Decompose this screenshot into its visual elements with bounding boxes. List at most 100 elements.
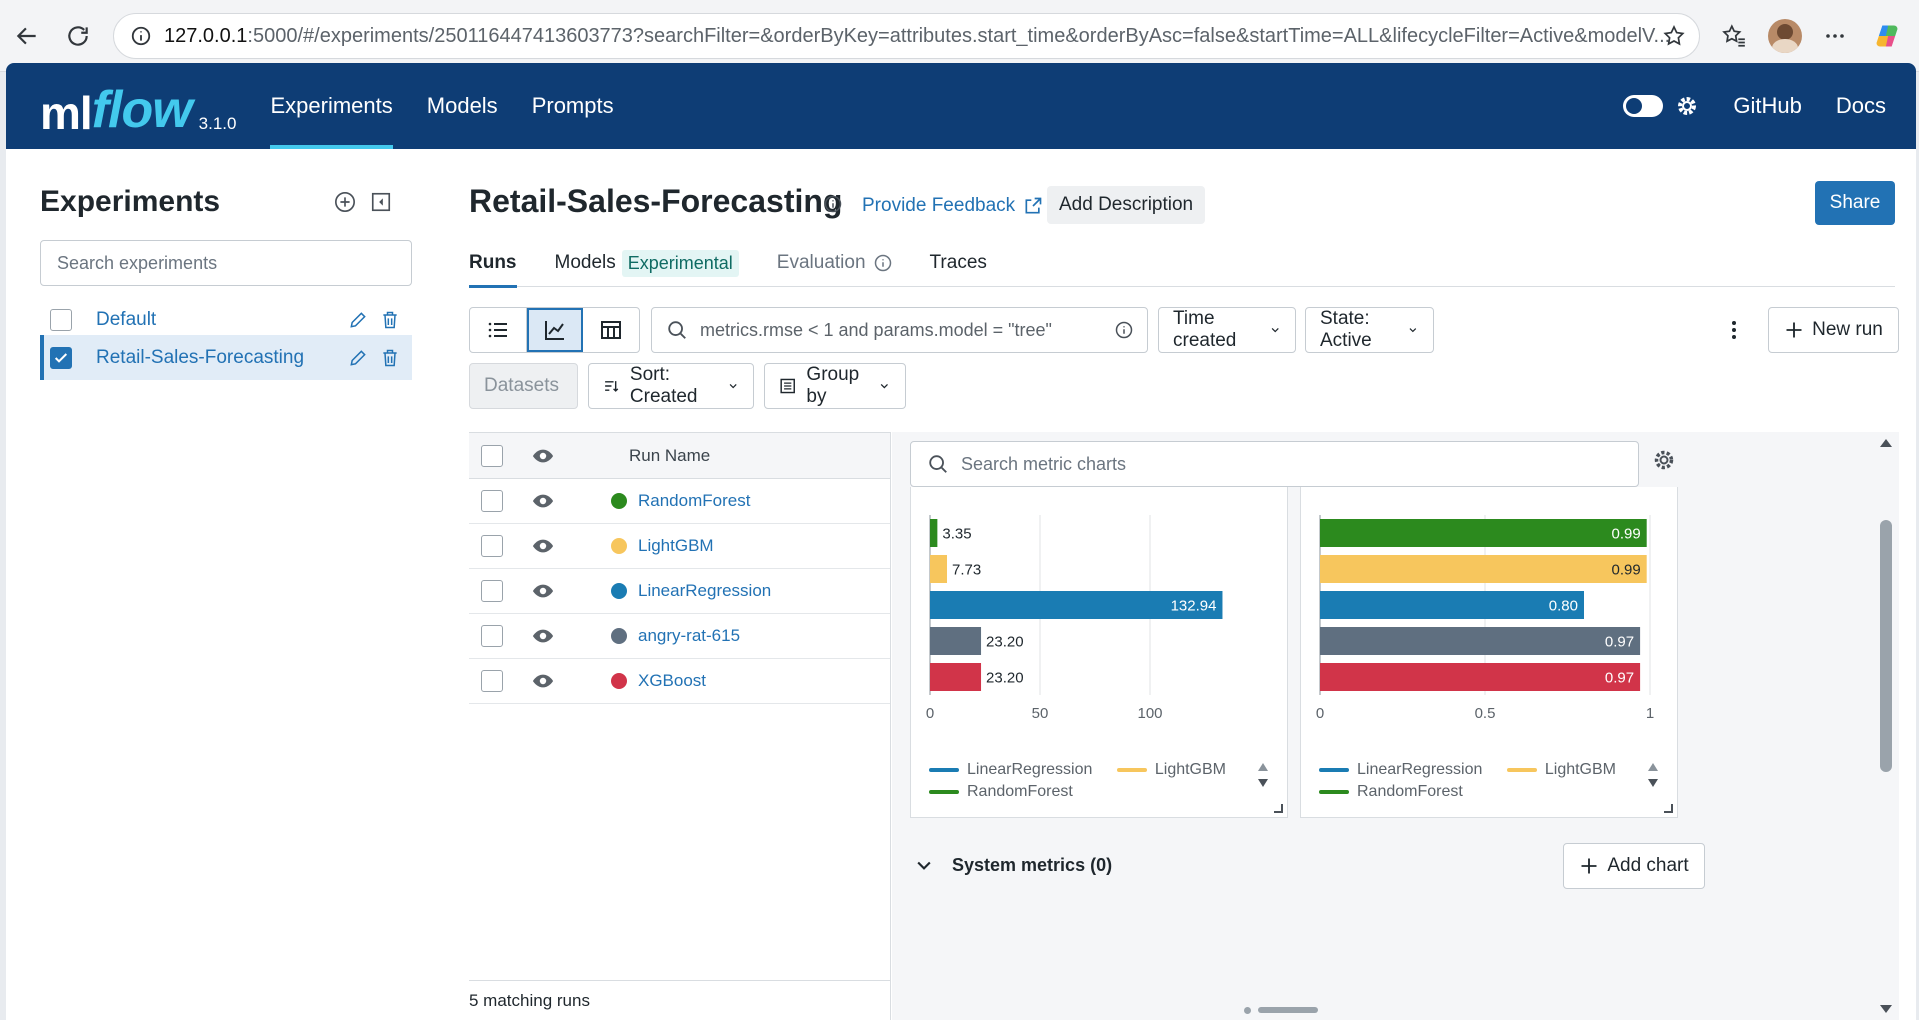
- state-filter-dropdown[interactable]: State: Active: [1305, 307, 1434, 353]
- bookmark-star-icon[interactable]: [1655, 17, 1693, 55]
- provide-feedback-link[interactable]: Provide Feedback: [862, 195, 1043, 217]
- chart-settings-gear-icon[interactable]: [1652, 448, 1676, 472]
- table-row[interactable]: LightGBM: [469, 524, 890, 569]
- run-color-dot[interactable]: [611, 538, 627, 554]
- scroll-down-arrow-icon[interactable]: [1879, 1004, 1893, 1014]
- resize-handle-icon[interactable]: [1663, 803, 1673, 813]
- run-color-dot[interactable]: [611, 583, 627, 599]
- site-info-icon[interactable]: [130, 25, 152, 47]
- tab-models[interactable]: Models Experimental: [555, 239, 739, 287]
- bar[interactable]: [1320, 591, 1584, 619]
- row-checkbox[interactable]: [481, 625, 503, 647]
- experiment-name[interactable]: Default: [96, 309, 348, 331]
- table-view-button[interactable]: [470, 308, 527, 352]
- bar[interactable]: [930, 627, 982, 655]
- resize-handle-icon[interactable]: [1273, 803, 1283, 813]
- bar[interactable]: [1320, 627, 1641, 655]
- eye-icon[interactable]: [532, 535, 554, 557]
- reload-icon[interactable]: [59, 17, 97, 55]
- nav-experiments[interactable]: Experiments: [270, 63, 394, 149]
- table-row[interactable]: XGBoost: [469, 659, 890, 704]
- legend-down-arrow-icon[interactable]: [1257, 778, 1269, 788]
- select-all-checkbox[interactable]: [481, 444, 503, 467]
- run-name-link[interactable]: RandomForest: [638, 491, 750, 511]
- run-color-dot[interactable]: [611, 493, 627, 509]
- back-icon[interactable]: [8, 17, 46, 55]
- run-name-link[interactable]: LinearRegression: [638, 581, 771, 601]
- bar[interactable]: [930, 519, 938, 547]
- artifact-view-button[interactable]: [583, 308, 639, 352]
- experiment-checkbox[interactable]: [50, 308, 72, 331]
- legend-up-arrow-icon[interactable]: [1257, 762, 1269, 772]
- eye-icon[interactable]: [532, 670, 554, 692]
- edit-pencil-icon[interactable]: [348, 348, 368, 368]
- legend-item[interactable]: RandomForest: [1319, 781, 1463, 803]
- runs-filter-input[interactable]: metrics.rmse < 1 and params.model = "tre…: [651, 307, 1148, 353]
- eye-icon[interactable]: [532, 445, 554, 467]
- group-by-dropdown[interactable]: Group by: [764, 363, 906, 409]
- search-metric-charts-input[interactable]: Search metric charts: [910, 441, 1639, 487]
- scrollbar-thumb[interactable]: [1880, 520, 1892, 772]
- profile-avatar[interactable]: [1768, 19, 1802, 53]
- experiment-name[interactable]: Retail-Sales-Forecasting: [96, 347, 348, 369]
- horizontal-scrollbar[interactable]: [1258, 1007, 1318, 1013]
- time-created-dropdown[interactable]: Time created: [1158, 307, 1296, 353]
- edit-pencil-icon[interactable]: [348, 310, 368, 330]
- bar[interactable]: [1320, 555, 1647, 583]
- sort-dropdown[interactable]: Sort: Created: [588, 363, 754, 409]
- bar[interactable]: [930, 663, 982, 691]
- add-experiment-icon[interactable]: [334, 191, 356, 213]
- legend-item[interactable]: LinearRegression: [1319, 759, 1482, 781]
- add-description-button[interactable]: Add Description: [1047, 186, 1206, 224]
- vertical-scrollbar[interactable]: [1875, 432, 1899, 1020]
- nav-docs[interactable]: Docs: [1836, 93, 1886, 119]
- nav-github[interactable]: GitHub: [1733, 93, 1801, 119]
- more-options-button[interactable]: [1719, 314, 1749, 346]
- delete-trash-icon[interactable]: [380, 310, 400, 330]
- row-checkbox[interactable]: [481, 535, 503, 557]
- datasets-dropdown[interactable]: Datasets: [469, 363, 578, 409]
- table-row[interactable]: RandomForest: [469, 479, 890, 524]
- info-icon[interactable]: [1115, 321, 1133, 339]
- info-icon[interactable]: [824, 195, 842, 213]
- run-name-link[interactable]: LightGBM: [638, 536, 714, 556]
- experiment-item-retail-sales-forecasting[interactable]: Retail-Sales-Forecasting: [40, 335, 412, 380]
- delete-trash-icon[interactable]: [380, 348, 400, 368]
- add-chart-button[interactable]: Add chart: [1563, 843, 1705, 889]
- chart-view-button[interactable]: [526, 308, 584, 352]
- run-color-dot[interactable]: [611, 628, 627, 644]
- address-bar[interactable]: 127.0.0.1:5000/#/experiments/25011644741…: [113, 13, 1700, 59]
- scroll-up-arrow-icon[interactable]: [1879, 438, 1893, 448]
- favorites-icon[interactable]: [1715, 17, 1753, 55]
- system-metrics-section[interactable]: System metrics (0): [892, 829, 1899, 901]
- row-checkbox[interactable]: [481, 580, 503, 602]
- table-row[interactable]: angry-rat-615: [469, 614, 890, 659]
- collapse-sidebar-icon[interactable]: [370, 191, 392, 213]
- mlflow-logo[interactable]: ml flow 3.1.0: [40, 76, 236, 136]
- row-checkbox[interactable]: [481, 670, 503, 692]
- tab-evaluation[interactable]: Evaluation: [777, 239, 892, 287]
- eye-icon[interactable]: [532, 580, 554, 602]
- table-row[interactable]: LinearRegression: [469, 569, 890, 614]
- column-run-name[interactable]: Run Name: [629, 446, 710, 466]
- nav-models[interactable]: Models: [427, 63, 498, 149]
- run-name-link[interactable]: angry-rat-615: [638, 626, 740, 646]
- eye-icon[interactable]: [532, 625, 554, 647]
- bar[interactable]: [1320, 663, 1641, 691]
- legend-item[interactable]: RandomForest: [929, 781, 1073, 803]
- new-run-button[interactable]: New run: [1768, 307, 1899, 353]
- settings-gear-icon[interactable]: [1675, 94, 1699, 118]
- run-name-link[interactable]: XGBoost: [638, 671, 706, 691]
- eye-icon[interactable]: [532, 490, 554, 512]
- bar[interactable]: [930, 555, 948, 583]
- copilot-icon[interactable]: [1868, 17, 1906, 55]
- search-experiments-input[interactable]: [40, 240, 412, 286]
- legend-up-arrow-icon[interactable]: [1647, 762, 1659, 772]
- tab-runs[interactable]: Runs: [469, 239, 517, 288]
- run-color-dot[interactable]: [611, 673, 627, 689]
- dark-mode-toggle[interactable]: [1623, 95, 1664, 117]
- more-menu-icon[interactable]: [1816, 17, 1854, 55]
- share-button[interactable]: Share: [1815, 181, 1895, 225]
- legend-item[interactable]: LinearRegression: [929, 759, 1092, 781]
- bar[interactable]: [1320, 519, 1647, 547]
